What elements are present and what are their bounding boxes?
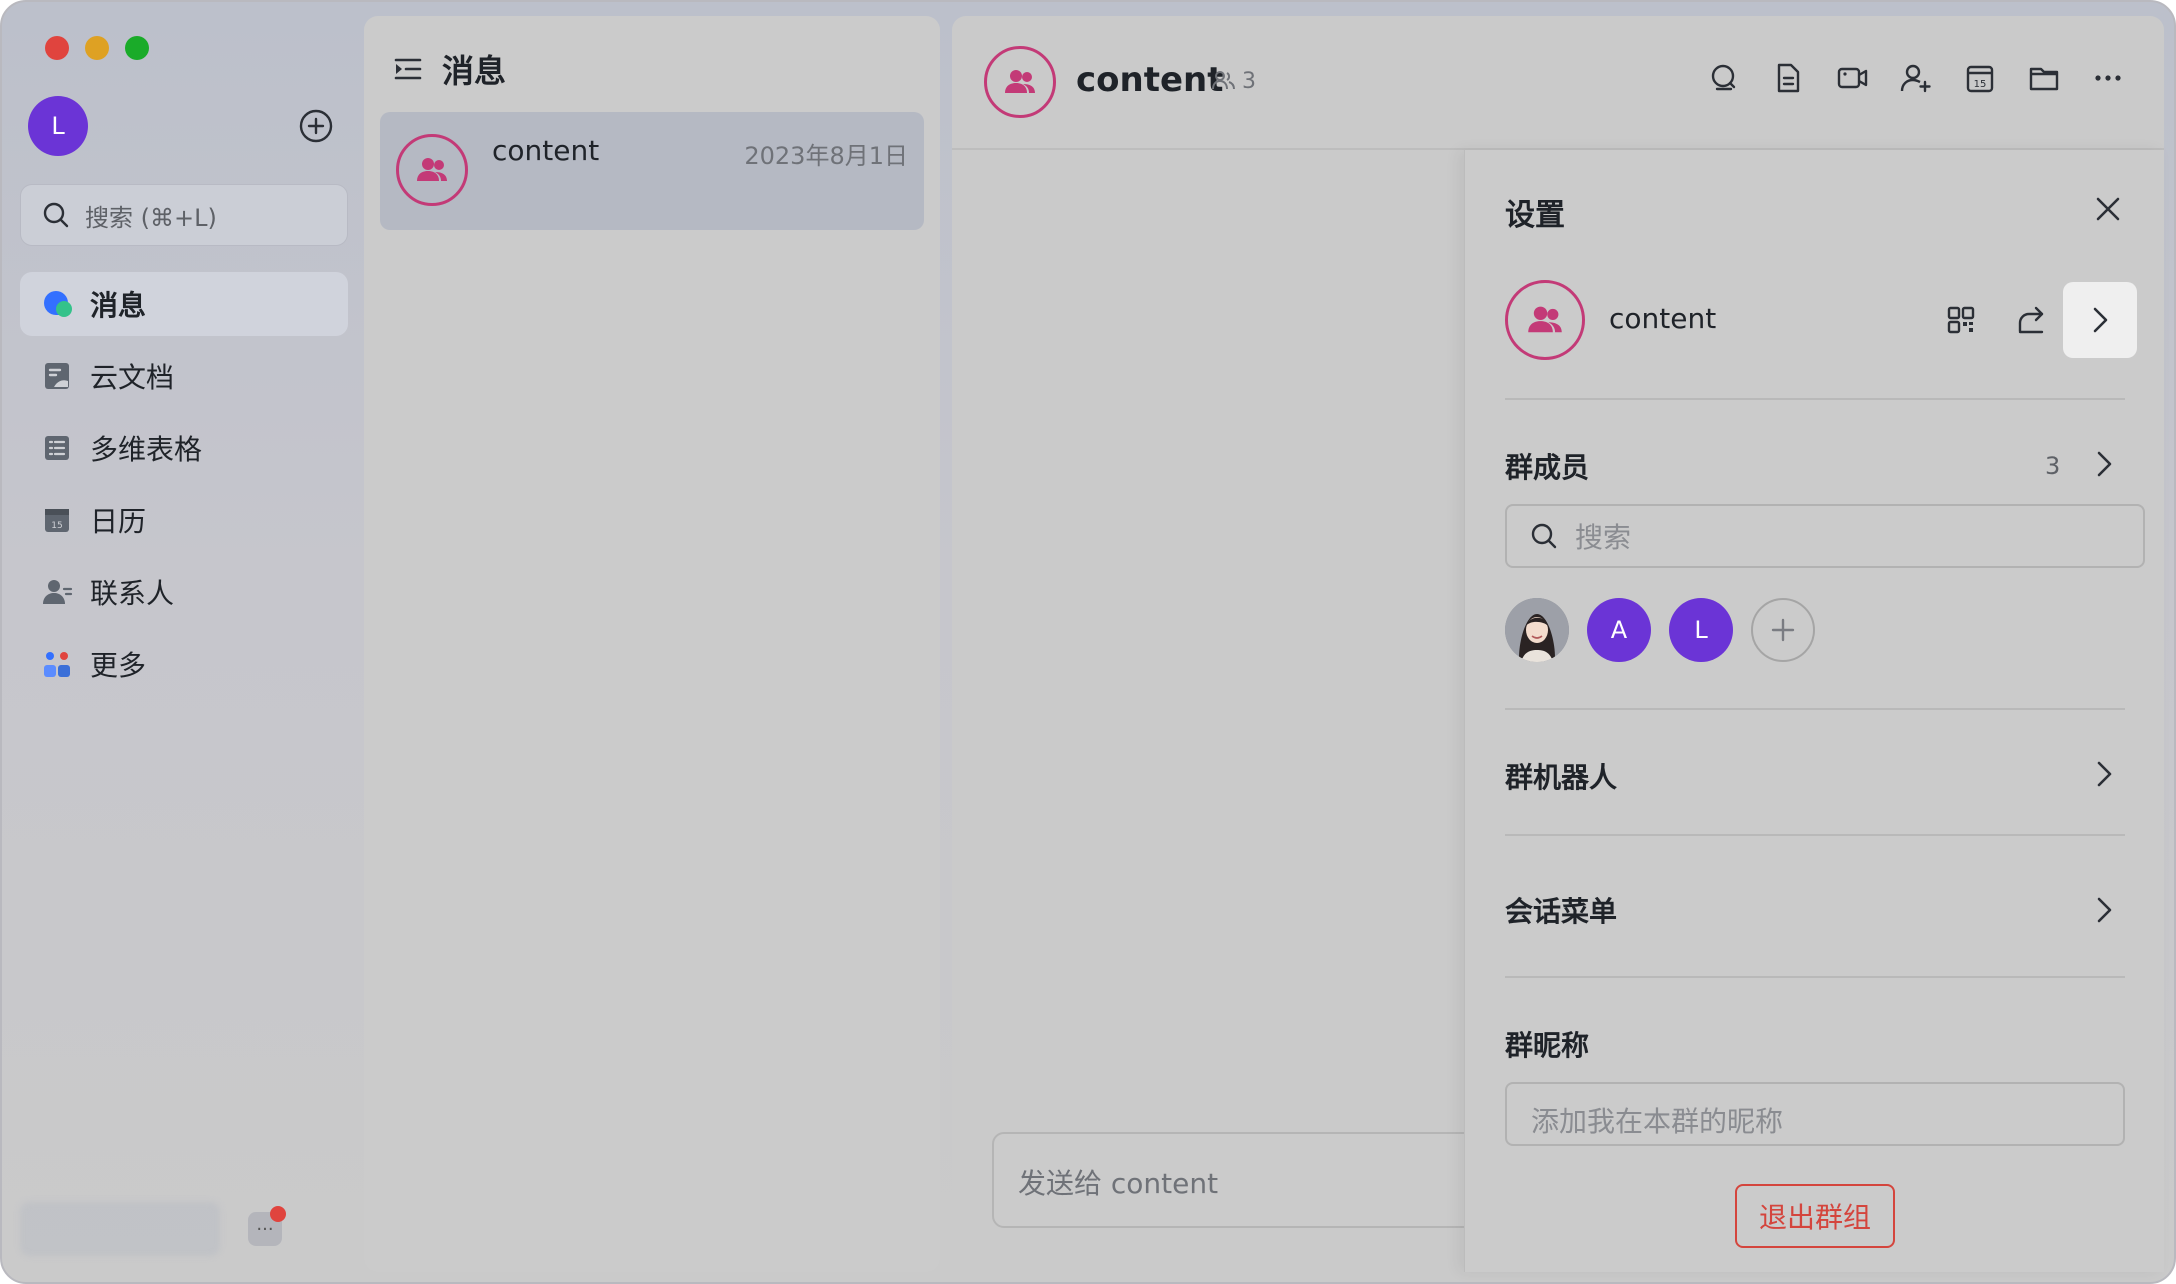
qr-code-icon[interactable] bbox=[1945, 304, 1977, 336]
conversation-name: content bbox=[492, 134, 600, 167]
chat-toolbar: 15 bbox=[1708, 62, 2124, 94]
conversation-date: 2023年8月1日 bbox=[744, 142, 908, 170]
chevron-right-icon[interactable] bbox=[2093, 894, 2117, 926]
group-nickname-label: 群昵称 bbox=[1505, 1029, 1590, 1062]
group-avatar bbox=[396, 134, 468, 206]
add-member-button[interactable] bbox=[1751, 598, 1815, 662]
close-icon[interactable] bbox=[2093, 194, 2123, 224]
svg-text:15: 15 bbox=[1974, 79, 1987, 90]
account-status-area[interactable] bbox=[20, 1202, 220, 1256]
add-circle-icon[interactable] bbox=[298, 108, 334, 144]
chevron-right-icon bbox=[2093, 307, 2108, 333]
message-list-title: 消息 bbox=[442, 52, 507, 90]
nav-item-label: 云文档 bbox=[90, 361, 175, 394]
calendar-icon: 15 bbox=[45, 509, 69, 532]
person-photo-icon bbox=[1505, 598, 1569, 662]
settings-group-name: content bbox=[1609, 302, 1717, 335]
search-icon bbox=[43, 202, 69, 228]
share-icon[interactable] bbox=[2015, 304, 2047, 336]
contacts-icon bbox=[43, 580, 73, 604]
chat-title: content bbox=[1076, 60, 1224, 100]
plus-icon bbox=[1771, 618, 1795, 642]
member-avatar-photo[interactable] bbox=[1505, 598, 1569, 662]
chevron-right-icon[interactable] bbox=[2093, 448, 2117, 480]
member-search-placeholder: 搜索 bbox=[1575, 521, 1632, 554]
member-search-input[interactable]: 搜索 bbox=[1505, 504, 2145, 568]
message-list-header: 消息 bbox=[392, 46, 506, 92]
settings-group-avatar[interactable] bbox=[1505, 280, 1585, 360]
svg-text:15: 15 bbox=[51, 521, 62, 531]
chat-menu-label[interactable]: 会话菜单 bbox=[1505, 890, 1617, 930]
zoom-window-button[interactable] bbox=[125, 36, 149, 60]
minimize-window-button[interactable] bbox=[85, 36, 109, 60]
divider bbox=[1505, 708, 2125, 710]
conversation-item[interactable]: content 2023年8月1日 bbox=[380, 112, 924, 230]
group-icon bbox=[417, 158, 447, 181]
nav-item-base[interactable]: 多维表格 bbox=[20, 416, 348, 480]
divider bbox=[1505, 398, 2125, 400]
nav-item-more[interactable]: 更多 bbox=[20, 632, 348, 696]
search-icon bbox=[1531, 523, 1557, 549]
notification-dot bbox=[270, 1206, 286, 1222]
nav-item-label: 多维表格 bbox=[90, 433, 203, 466]
nav-item-contacts[interactable]: 联系人 bbox=[20, 560, 348, 624]
chat-header: content 3 15 bbox=[952, 16, 2164, 150]
divider bbox=[1505, 834, 2125, 836]
nav-item-cloud-docs[interactable]: 云文档 bbox=[20, 344, 348, 408]
calendar-icon[interactable]: 15 bbox=[1964, 62, 1996, 94]
app-window: L 搜索 (⌘+L) 消息 云文档 多维表格 15 日历 联系人 更多 ··· … bbox=[0, 0, 2176, 1284]
chat-member-count-value: 3 bbox=[1242, 68, 1256, 94]
video-call-icon[interactable] bbox=[1836, 62, 1868, 94]
members-label: 群成员 bbox=[1505, 451, 1590, 484]
message-list-panel: 消息 content 2023年8月1日 bbox=[364, 16, 940, 1272]
base-table-icon bbox=[45, 436, 69, 460]
group-icon bbox=[1528, 306, 1562, 333]
folder-icon[interactable] bbox=[2028, 62, 2060, 94]
nav-item-label: 消息 bbox=[90, 289, 147, 322]
settings-title: 设置 bbox=[1505, 198, 1565, 233]
global-search-bar[interactable]: 搜索 (⌘+L) bbox=[20, 184, 348, 246]
chat-member-count[interactable]: 3 bbox=[1210, 68, 1256, 94]
group-nickname-input[interactable]: 添加我在本群的昵称 bbox=[1505, 1082, 2125, 1146]
cloud-doc-icon bbox=[45, 363, 69, 389]
group-settings-panel: 设置 content 群成员 3 搜索 A L 群机器人 会话菜单 群昵称 添加… bbox=[1464, 150, 2164, 1272]
member-avatar-l[interactable]: L bbox=[1669, 598, 1733, 662]
nav-list: 消息 云文档 多维表格 15 日历 联系人 更多 bbox=[20, 272, 348, 704]
nav-item-messages[interactable]: 消息 bbox=[20, 272, 348, 336]
member-avatar-list: A L bbox=[1505, 598, 1815, 662]
close-window-button[interactable] bbox=[45, 36, 69, 60]
leave-group-button[interactable]: 退出群组 bbox=[1735, 1184, 1895, 1248]
group-info-button[interactable] bbox=[2063, 282, 2137, 358]
nav-item-label: 日历 bbox=[90, 505, 147, 538]
chat-group-avatar[interactable] bbox=[984, 46, 1056, 118]
group-icon bbox=[1005, 70, 1035, 93]
group-bots-label[interactable]: 群机器人 bbox=[1505, 756, 1617, 796]
nav-item-label: 联系人 bbox=[90, 577, 175, 610]
search-chat-icon[interactable] bbox=[1708, 62, 1740, 94]
more-icon[interactable] bbox=[2092, 62, 2124, 94]
members-count: 3 bbox=[2045, 452, 2061, 480]
message-icon bbox=[44, 291, 72, 317]
add-member-icon[interactable] bbox=[1900, 62, 1932, 94]
global-search-placeholder: 搜索 (⌘+L) bbox=[85, 203, 217, 232]
more-apps-icon bbox=[44, 652, 70, 677]
members-icon bbox=[1212, 71, 1235, 90]
doc-icon[interactable] bbox=[1772, 62, 1804, 94]
divider bbox=[1505, 976, 2125, 978]
nav-item-calendar[interactable]: 15 日历 bbox=[20, 488, 348, 552]
sidebar: L 搜索 (⌘+L) 消息 云文档 多维表格 15 日历 联系人 更多 ··· bbox=[2, 2, 362, 1282]
chevron-right-icon[interactable] bbox=[2093, 758, 2117, 790]
collapse-list-icon[interactable] bbox=[392, 53, 424, 85]
member-avatar-a[interactable]: A bbox=[1587, 598, 1651, 662]
nav-item-label: 更多 bbox=[90, 649, 147, 682]
user-avatar[interactable]: L bbox=[28, 96, 88, 156]
